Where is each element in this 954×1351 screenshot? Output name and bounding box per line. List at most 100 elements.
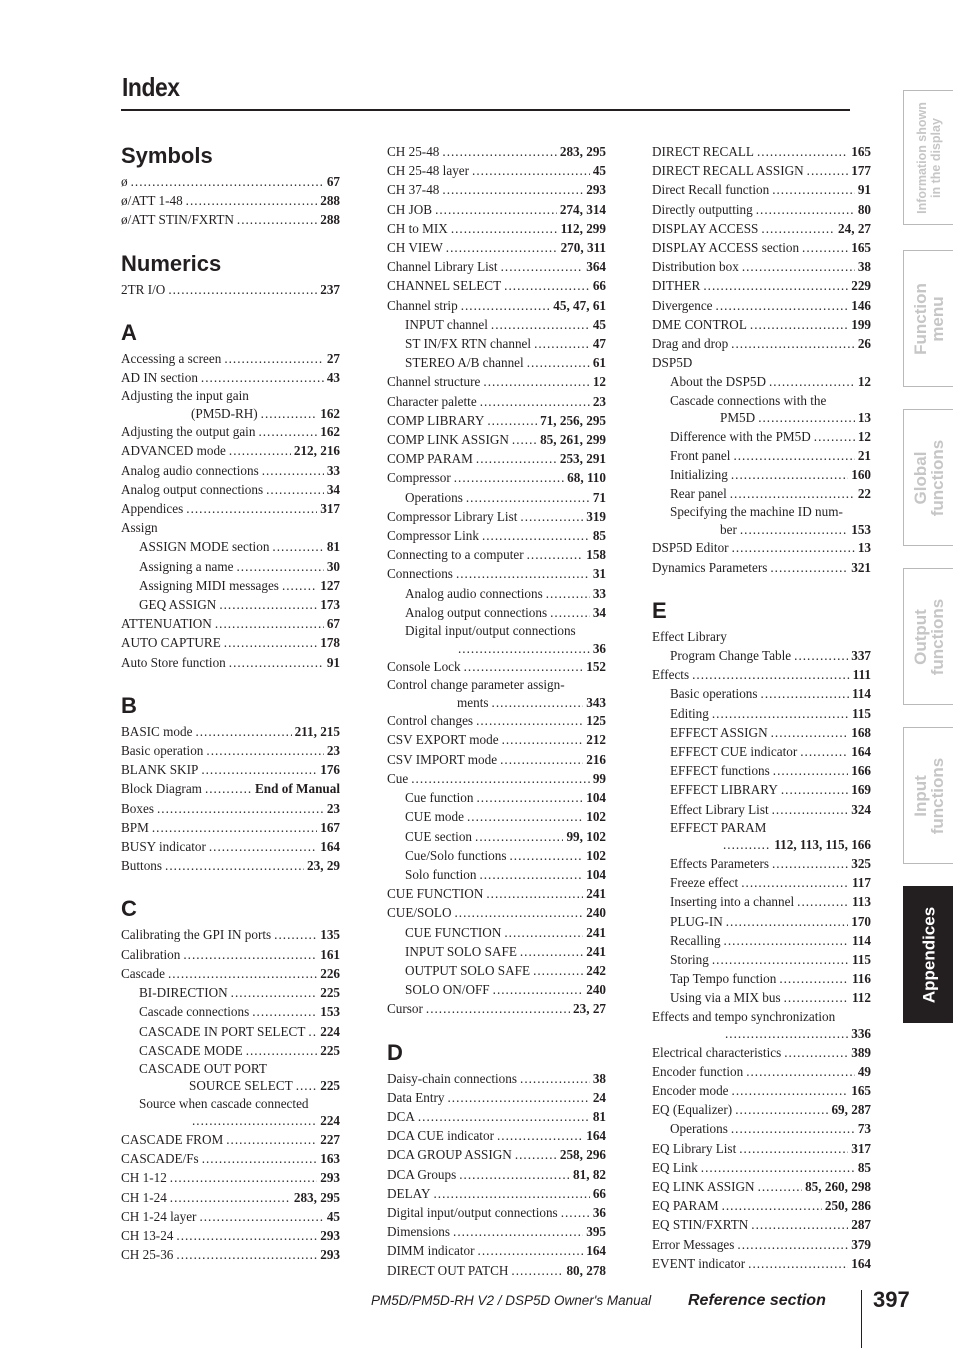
index-entry[interactable]: 2TR I/O 237 <box>121 280 340 299</box>
index-entry[interactable]: Analog audio connections 33 <box>387 584 606 603</box>
entry-pages[interactable]: 364 <box>586 257 606 276</box>
entry-pages[interactable]: 71 <box>593 488 606 507</box>
entry-pages[interactable]: 166 <box>851 761 871 780</box>
index-entry[interactable]: Buttons 23, 29 <box>121 856 340 875</box>
index-entry[interactable]: DSP5D Editor 13 <box>652 538 871 557</box>
index-entry[interactable]: Initializing 160 <box>652 465 871 484</box>
index-entry[interactable]: CH 25-36 293 <box>121 1245 340 1264</box>
index-entry[interactable]: Effect Library <box>652 627 871 646</box>
index-entry[interactable]: Basic operation 23 <box>121 741 340 760</box>
entry-pages[interactable]: 99 <box>593 769 606 788</box>
entry-pages[interactable]: 242 <box>586 961 606 980</box>
index-entry[interactable]: Calibrating the GPI IN ports 135 <box>121 925 340 944</box>
entry-pages[interactable]: 91 <box>327 653 340 672</box>
index-entry[interactable]: CASCADE OUT PORT <box>121 1060 340 1078</box>
entry-pages[interactable]: 81 <box>593 1107 606 1126</box>
entry-pages[interactable]: 115 <box>852 950 871 969</box>
entry-pages[interactable]: 71, 256, 295 <box>540 411 606 430</box>
index-entry[interactable]: COMP LIBRARY 71, 256, 295 <box>387 411 606 430</box>
entry-pages[interactable]: 283, 295 <box>560 142 606 161</box>
index-entry[interactable]: Encoder function 49 <box>652 1062 871 1081</box>
index-entry[interactable]: DISPLAY ACCESS section 165 <box>652 238 871 257</box>
entry-pages[interactable]: 162 <box>320 422 340 441</box>
index-entry[interactable]: Boxes 23 <box>121 799 340 818</box>
index-entry[interactable]: Operations 71 <box>387 488 606 507</box>
index-entry[interactable]: Channel Library List 364 <box>387 257 606 276</box>
index-entry[interactable]: About the DSP5D 12 <box>652 372 871 391</box>
entry-pages[interactable]: 13 <box>858 409 871 427</box>
index-entry[interactable]: COMP PARAM 253, 291 <box>387 449 606 468</box>
index-entry[interactable]: CH JOB 274, 314 <box>387 200 606 219</box>
index-entry[interactable]: ST IN/FX RTN channel 47 <box>387 334 606 353</box>
entry-pages[interactable]: 24 <box>593 1088 606 1107</box>
entry-pages[interactable]: 22 <box>858 484 871 503</box>
entry-pages[interactable]: 113 <box>852 892 871 911</box>
index-entry[interactable]: SOLO ON/OFF 240 <box>387 980 606 999</box>
entry-pages[interactable]: 178 <box>320 633 340 652</box>
entry-pages[interactable]: 27 <box>327 349 340 368</box>
index-entry[interactable]: Tap Tempo function 116 <box>652 969 871 988</box>
index-entry[interactable]: BASIC mode 211, 215 <box>121 722 340 741</box>
entry-pages[interactable]: 45, 47, 61 <box>553 296 606 315</box>
index-entry[interactable]: Adjusting the output gain 162 <box>121 422 340 441</box>
entry-pages[interactable]: 45 <box>327 1207 340 1226</box>
index-entry[interactable]: Assigning a name 30 <box>121 557 340 576</box>
index-entry[interactable]: CUE FUNCTION 241 <box>387 923 606 942</box>
entry-pages[interactable]: 227 <box>320 1130 340 1149</box>
entry-pages[interactable]: 293 <box>320 1226 340 1245</box>
entry-pages[interactable]: 317 <box>320 499 340 518</box>
index-entry[interactable]: EFFECT PARAM <box>652 819 871 837</box>
entry-pages[interactable]: 23 <box>593 392 606 411</box>
index-entry[interactable]: DIRECT RECALL 165 <box>652 142 871 161</box>
entry-pages[interactable]: 12 <box>593 372 606 391</box>
entry-pages[interactable]: 164 <box>586 1241 606 1260</box>
entry-pages[interactable]: 164 <box>320 837 340 856</box>
index-entry[interactable]: CASCADE IN PORT SELECT 224 <box>121 1022 340 1041</box>
index-entry[interactable]: Effects Parameters 325 <box>652 854 871 873</box>
entry-pages[interactable]: 80, 278 <box>566 1261 606 1280</box>
entry-pages[interactable]: 125 <box>586 711 606 730</box>
entry-pages[interactable]: 176 <box>320 760 340 779</box>
entry-pages[interactable]: 225 <box>320 1041 340 1060</box>
index-entry[interactable]: Specifying the machine ID num- <box>652 503 871 521</box>
index-entry[interactable]: DIMM indicator 164 <box>387 1241 606 1260</box>
index-entry[interactable]: Control change parameter assign- <box>387 676 606 694</box>
entry-pages[interactable]: 161 <box>320 945 340 964</box>
entry-pages[interactable]: 165 <box>851 142 871 161</box>
entry-pages[interactable]: 81 <box>327 537 340 556</box>
index-entry[interactable]: EQ STIN/FXRTN 287 <box>652 1215 871 1234</box>
entry-pages[interactable]: 24, 27 <box>838 219 871 238</box>
index-entry[interactable]: BPM 167 <box>121 818 340 837</box>
index-entry[interactable]: Dimensions 395 <box>387 1222 606 1241</box>
index-entry[interactable]: Cue 99 <box>387 769 606 788</box>
entry-pages[interactable]: 135 <box>320 925 340 944</box>
entry-pages[interactable]: 13 <box>858 538 871 557</box>
index-entry[interactable]: Drag and drop 26 <box>652 334 871 353</box>
entry-pages[interactable]: 212, 216 <box>294 441 340 460</box>
entry-pages[interactable]: 33 <box>593 584 606 603</box>
index-entry[interactable]: Storing 115 <box>652 950 871 969</box>
entry-pages[interactable]: 66 <box>593 276 606 295</box>
entry-pages[interactable]: 225 <box>320 1077 340 1095</box>
entry-pages[interactable]: 288 <box>320 191 340 210</box>
entry-pages[interactable]: 34 <box>327 480 340 499</box>
entry-pages[interactable]: 67 <box>327 172 340 191</box>
index-entry[interactable]: Compressor Link 85 <box>387 526 606 545</box>
entry-pages[interactable]: 319 <box>586 507 606 526</box>
index-entry[interactable]: AUTO CAPTURE 178 <box>121 633 340 652</box>
entry-pages[interactable]: 115 <box>852 704 871 723</box>
entry-pages[interactable]: 12 <box>858 427 871 446</box>
index-entry[interactable]: BUSY indicator 164 <box>121 837 340 856</box>
entry-pages[interactable]: 99, 102 <box>566 827 606 846</box>
entry-pages[interactable]: 23 <box>327 799 340 818</box>
index-entry[interactable]: Editing 115 <box>652 704 871 723</box>
entry-pages[interactable]: 45 <box>593 161 606 180</box>
entry-pages[interactable]: 177 <box>851 161 871 180</box>
entry-pages[interactable]: 66 <box>593 1184 606 1203</box>
entry-pages[interactable]: 85, 261, 299 <box>540 430 606 449</box>
index-entry[interactable]: DISPLAY ACCESS 24, 27 <box>652 219 871 238</box>
index-entry[interactable]: DIRECT RECALL ASSIGN 177 <box>652 161 871 180</box>
index-entry[interactable]: Auto Store function 91 <box>121 653 340 672</box>
index-entry[interactable]: CUE section 99, 102 <box>387 827 606 846</box>
entry-pages[interactable]: 165 <box>851 1081 871 1100</box>
